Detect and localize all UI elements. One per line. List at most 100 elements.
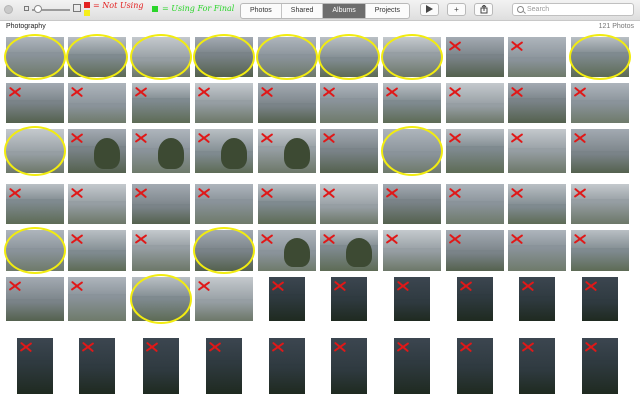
- not-using-x-mark: [197, 279, 211, 293]
- not-using-x-mark: [70, 279, 84, 293]
- photo-land: [519, 370, 555, 394]
- photo-land: [446, 57, 504, 77]
- not-using-x-mark: [260, 186, 274, 200]
- photo-land: [394, 302, 430, 321]
- not-using-x-mark: [70, 186, 84, 200]
- not-using-x-mark: [396, 340, 410, 354]
- photo-land: [195, 202, 253, 224]
- photo-land: [269, 297, 305, 321]
- photo-tree: [94, 137, 121, 169]
- photo-land: [17, 363, 53, 394]
- photo-land: [320, 151, 378, 173]
- using-circle-mark: [193, 34, 255, 80]
- photo-land: [195, 103, 253, 123]
- not-using-x-mark: [573, 131, 587, 145]
- not-using-x-mark: [385, 232, 399, 246]
- not-using-x-mark: [510, 131, 524, 145]
- photo-land: [519, 299, 555, 321]
- photo-land: [457, 367, 493, 394]
- not-using-x-mark: [584, 340, 598, 354]
- photo-land: [457, 297, 493, 321]
- not-using-x-mark: [573, 186, 587, 200]
- not-using-x-mark: [81, 340, 95, 354]
- not-using-x-mark: [584, 279, 598, 293]
- not-using-x-mark: [510, 85, 524, 99]
- photo-land: [571, 202, 629, 224]
- using-circle-mark: [193, 227, 255, 274]
- not-using-x-mark: [573, 85, 587, 99]
- not-using-x-mark: [260, 85, 274, 99]
- not-using-x-mark: [322, 85, 336, 99]
- photo-land: [446, 149, 504, 173]
- not-using-x-mark: [197, 186, 211, 200]
- photo-land: [582, 302, 618, 321]
- photo-land: [582, 363, 618, 394]
- photo-land: [258, 204, 316, 224]
- not-using-x-mark: [197, 85, 211, 99]
- not-using-x-mark: [322, 186, 336, 200]
- not-using-x-mark: [260, 232, 274, 246]
- photo-land: [68, 106, 126, 123]
- not-using-x-mark: [510, 39, 524, 53]
- photo-land: [508, 207, 566, 224]
- using-circle-mark: [4, 126, 66, 176]
- not-using-x-mark: [573, 232, 587, 246]
- not-using-x-mark: [333, 340, 347, 354]
- using-circle-mark: [381, 34, 443, 80]
- not-using-x-mark: [197, 131, 211, 145]
- not-using-x-mark: [134, 186, 148, 200]
- photo-land: [6, 302, 64, 321]
- photo-land: [68, 204, 126, 224]
- not-using-x-mark: [385, 85, 399, 99]
- photo-land: [206, 363, 242, 394]
- using-circle-mark: [381, 126, 443, 176]
- photo-tree: [221, 137, 248, 169]
- not-using-x-mark: [459, 279, 473, 293]
- photo-land: [331, 299, 367, 321]
- photo-land: [446, 106, 504, 123]
- not-using-x-mark: [134, 85, 148, 99]
- not-using-x-mark: [8, 85, 22, 99]
- photo-land: [446, 204, 504, 224]
- not-using-x-mark: [396, 279, 410, 293]
- photo-land: [508, 151, 566, 173]
- photo-grid: [0, 0, 640, 400]
- photo-tree: [158, 137, 185, 169]
- photo-land: [320, 207, 378, 224]
- not-using-x-mark: [448, 232, 462, 246]
- photo-land: [383, 103, 441, 123]
- not-using-x-mark: [260, 131, 274, 145]
- not-using-x-mark: [521, 279, 535, 293]
- photo-tree: [346, 238, 373, 267]
- photo-land: [68, 253, 126, 271]
- photo-land: [571, 103, 629, 123]
- photo-land: [269, 367, 305, 394]
- photo-land: [571, 251, 629, 271]
- not-using-x-mark: [521, 340, 535, 354]
- using-circle-mark: [4, 227, 66, 274]
- photo-land: [6, 202, 64, 224]
- not-using-x-mark: [145, 340, 159, 354]
- not-using-x-mark: [322, 232, 336, 246]
- not-using-x-mark: [459, 340, 473, 354]
- photo-land: [320, 101, 378, 123]
- photo-tree: [284, 238, 311, 267]
- using-circle-mark: [256, 34, 318, 80]
- photo-land: [331, 370, 367, 394]
- photo-land: [394, 363, 430, 394]
- not-using-x-mark: [448, 186, 462, 200]
- photo-land: [508, 60, 566, 77]
- not-using-x-mark: [70, 232, 84, 246]
- using-circle-mark: [569, 34, 631, 80]
- photo-land: [132, 207, 190, 224]
- using-circle-mark: [130, 274, 192, 324]
- photo-land: [446, 253, 504, 271]
- photo-land: [195, 302, 253, 321]
- not-using-x-mark: [134, 131, 148, 145]
- not-using-x-mark: [448, 131, 462, 145]
- photo-land: [79, 367, 115, 394]
- photo-land: [132, 101, 190, 123]
- using-circle-mark: [130, 34, 192, 80]
- not-using-x-mark: [70, 131, 84, 145]
- using-circle-mark: [66, 34, 128, 80]
